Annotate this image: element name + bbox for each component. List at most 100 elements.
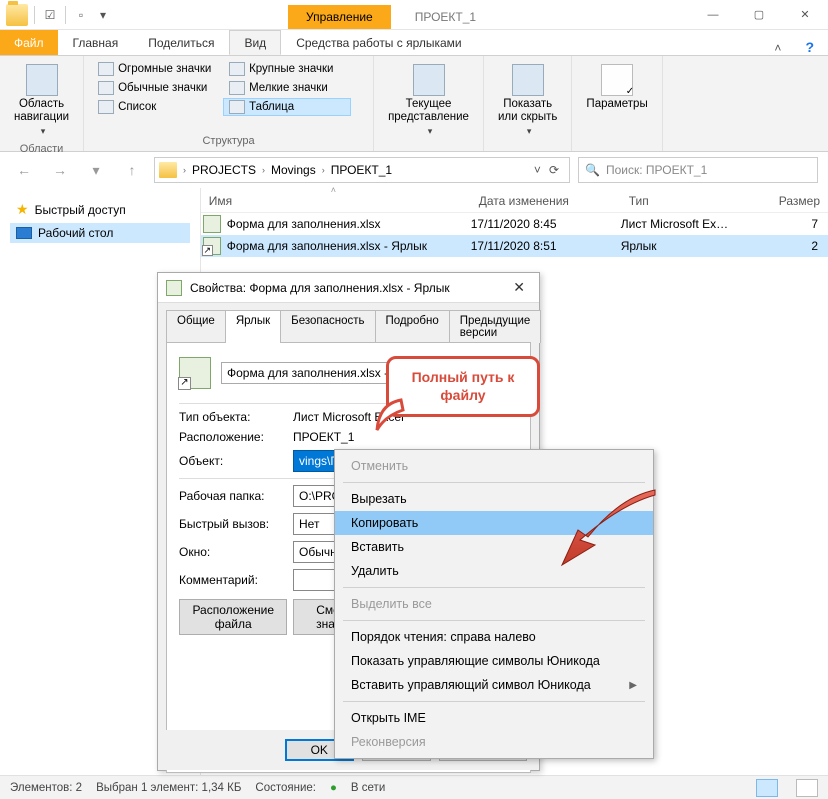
menu-item-select-all: Выделить все (335, 592, 653, 616)
dialog-title: Свойства: Форма для заполнения.xlsx - Яр… (190, 281, 450, 295)
context-menu: Отменить Вырезать Копировать Вставить Уд… (334, 449, 654, 759)
up-button[interactable]: ↑ (118, 156, 146, 184)
tab-share[interactable]: Поделиться (133, 30, 229, 55)
ribbon-group-panes: Область навигации Области (0, 56, 84, 151)
dialog-tab-general[interactable]: Общие (166, 310, 226, 343)
minimize-button[interactable]: — (690, 0, 736, 30)
sort-indicator-icon: ˄ (331, 185, 336, 195)
dialog-tabs: Общие Ярлык Безопасность Подробно Предыд… (158, 303, 539, 342)
maximize-button[interactable]: ▢ (736, 0, 782, 30)
history-dropdown[interactable]: ▾ (82, 156, 110, 184)
breadcrumb-seg[interactable]: PROJECTS (188, 163, 260, 177)
close-button[interactable]: ✕ (782, 0, 828, 30)
shortcut-large-icon (179, 357, 211, 389)
dialog-close-button[interactable]: ✕ (507, 279, 531, 296)
menu-item-reconvert: Реконверсия (335, 730, 653, 754)
breadcrumb-dropdown-icon[interactable]: ˅ (534, 163, 541, 177)
dialog-tab-details[interactable]: Подробно (375, 310, 450, 343)
tab-shortcut-tools[interactable]: Средства работы с ярлыками (281, 30, 476, 55)
desktop-icon (16, 227, 32, 239)
breadcrumb-seg[interactable]: ПРОЕКТ_1 (327, 163, 396, 177)
window-title: ПРОЕКТ_1 (391, 5, 500, 29)
file-tab[interactable]: Файл (0, 30, 58, 55)
status-state-label: Состояние: (255, 782, 316, 794)
layout-large-icons[interactable]: Крупные значки (223, 60, 351, 78)
back-button[interactable]: ← (10, 156, 38, 184)
menu-item-copy[interactable]: Копировать (335, 511, 653, 535)
file-row[interactable]: Форма для заполнения.xlsx - Ярлык 17/11/… (201, 235, 828, 257)
options-button[interactable]: ✓ Параметры (580, 60, 653, 115)
layout-normal-icons[interactable]: Обычные значки (92, 79, 220, 97)
forward-button[interactable]: → (46, 156, 74, 184)
refresh-icon[interactable]: ⟳ (549, 163, 559, 177)
menu-item-show-unicode[interactable]: Показать управляющие символы Юникода (335, 649, 653, 673)
window-controls: — ▢ ✕ (690, 0, 828, 30)
view-icons-button[interactable] (796, 779, 818, 797)
view-details-button[interactable] (756, 779, 778, 797)
current-view-icon (413, 64, 445, 96)
menu-item-delete[interactable]: Удалить (335, 559, 653, 583)
annotation-callout: Полный путь к файлу (386, 356, 540, 417)
status-bar: Элементов: 2 Выбран 1 элемент: 1,34 КБ С… (0, 775, 828, 799)
context-tab-strip: Управление ПРОЕКТ_1 (288, 0, 500, 29)
layout-small-icons[interactable]: Мелкие значки (223, 79, 351, 97)
context-tab-manage[interactable]: Управление (288, 5, 391, 29)
ribbon: Область навигации Области Огромные значк… (0, 56, 828, 152)
search-box[interactable]: 🔍 Поиск: ПРОЕКТ_1 (578, 157, 818, 183)
dialog-tab-shortcut[interactable]: Ярлык (225, 310, 281, 343)
status-elements: Элементов: 2 (10, 782, 82, 794)
current-view-button[interactable]: Текущее представление (382, 60, 475, 141)
column-headers: Имя Дата изменения Тип Размер (201, 188, 828, 213)
col-name[interactable]: Имя (201, 194, 471, 208)
navigation-pane-icon (26, 64, 58, 96)
ribbon-tabs: Файл Главная Поделиться Вид Средства раб… (0, 30, 828, 56)
qat-properties-icon[interactable]: ☑ (41, 6, 59, 24)
sidebar-item-quick-access[interactable]: ★ Быстрый доступ (10, 198, 190, 221)
online-icon: ● (330, 782, 337, 794)
dialog-tab-prevversions[interactable]: Предыдущие версии (449, 310, 542, 343)
col-date[interactable]: Дата изменения (471, 194, 621, 208)
menu-item-cut[interactable]: Вырезать (335, 487, 653, 511)
show-hide-icon (512, 64, 544, 96)
ribbon-group-currentview: Текущее представление (374, 56, 484, 151)
navigation-pane-button[interactable]: Область навигации (8, 60, 75, 141)
col-type[interactable]: Тип (621, 194, 771, 208)
breadcrumb-seg[interactable]: Movings (267, 163, 320, 177)
help-icon[interactable]: ? (791, 39, 828, 55)
titlebar: ☑ ▫ ▾ Управление ПРОЕКТ_1 — ▢ ✕ (0, 0, 828, 30)
qat-new-folder-icon[interactable]: ▫ (72, 6, 90, 24)
layout-table[interactable]: Таблица (223, 98, 351, 116)
menu-item-undo: Отменить (335, 454, 653, 478)
ribbon-group-options: ✓ Параметры (572, 56, 662, 151)
search-placeholder: Поиск: ПРОЕКТ_1 (606, 163, 707, 177)
menu-item-open-ime[interactable]: Открыть IME (335, 706, 653, 730)
breadcrumb[interactable]: › PROJECTS› Movings› ПРОЕКТ_1 ˅⟳ (154, 157, 570, 183)
file-row[interactable]: Форма для заполнения.xlsx 17/11/2020 8:4… (201, 213, 828, 235)
status-net: В сети (351, 782, 385, 794)
breadcrumb-folder-icon (159, 162, 177, 178)
callout-tail-icon (373, 396, 413, 436)
ribbon-group-showhide: Показать или скрыть (484, 56, 572, 151)
address-bar: ← → ▾ ↑ › PROJECTS› Movings› ПРОЕКТ_1 ˅⟳… (0, 152, 828, 188)
shortcut-file-icon (203, 237, 221, 255)
search-icon: 🔍 (585, 163, 600, 177)
menu-item-rtl[interactable]: Порядок чтения: справа налево (335, 625, 653, 649)
open-file-location-button[interactable]: Расположение файла (179, 599, 287, 635)
ribbon-collapse-icon[interactable]: ˄ (764, 41, 791, 55)
col-size[interactable]: Размер (771, 194, 828, 208)
quick-access-toolbar: ☑ ▫ ▾ (0, 4, 118, 26)
menu-item-paste[interactable]: Вставить (335, 535, 653, 559)
tab-view[interactable]: Вид (229, 30, 281, 55)
dialog-tab-security[interactable]: Безопасность (280, 310, 375, 343)
show-hide-button[interactable]: Показать или скрыть (492, 60, 563, 141)
layout-huge-icons[interactable]: Огромные значки (92, 60, 220, 78)
qat-dropdown-icon[interactable]: ▾ (94, 6, 112, 24)
dialog-titlebar: Свойства: Форма для заполнения.xlsx - Яр… (158, 273, 539, 303)
menu-item-insert-unicode[interactable]: Вставить управляющий символ Юникода▶ (335, 673, 653, 697)
options-icon: ✓ (601, 64, 633, 96)
status-selected: Выбран 1 элемент: 1,34 КБ (96, 782, 241, 794)
tab-home[interactable]: Главная (58, 30, 134, 55)
dialog-title-icon (166, 280, 182, 296)
sidebar-item-desktop[interactable]: Рабочий стол (10, 223, 190, 243)
layout-list[interactable]: Список (92, 98, 220, 116)
